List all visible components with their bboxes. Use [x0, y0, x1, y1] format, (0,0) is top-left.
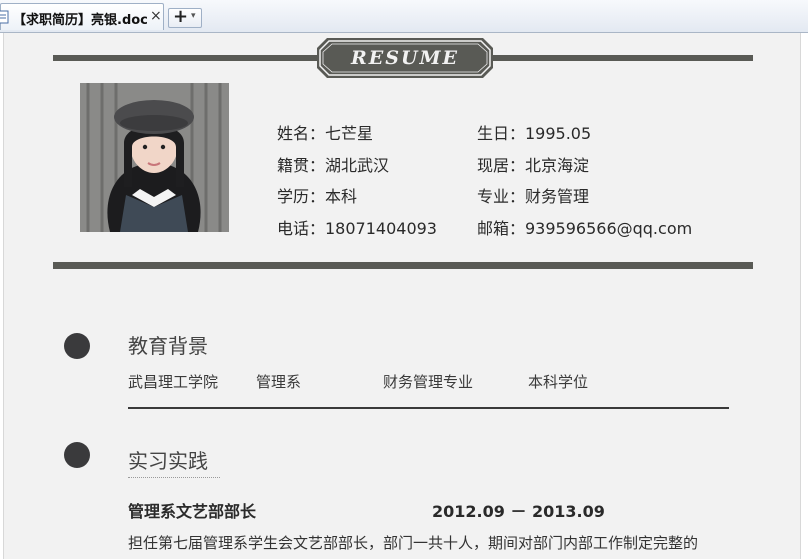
- job-period: 2012.09 － 2013.09: [432, 502, 605, 521]
- resume-page: RESUME 姓名：七芒星 生日：1995.05 籍贯：湖北武汉 现居：北京海淀…: [3, 33, 801, 559]
- top-bar-right: [490, 55, 753, 61]
- document-tab-title: 【求职简历】亮银.doc: [13, 13, 148, 28]
- resume-banner: [317, 38, 493, 78]
- document-tab[interactable]: 【求职简历】亮银.doc ×: [0, 3, 164, 30]
- education-school: 武昌理工学院: [128, 373, 219, 391]
- info-phone: 电话：18071404093: [277, 219, 437, 238]
- info-email: 邮箱：939596566@qq.com: [477, 219, 693, 238]
- education-degree: 本科学位: [528, 373, 589, 391]
- document-icon: [0, 10, 9, 24]
- header-bottom-bar: [53, 262, 753, 269]
- info-native-place: 籍贯：湖北武汉: [277, 156, 390, 175]
- job-description: 担任第七届管理系学生会文艺部部长，部门一共十人，期间对部门内部工作制定完整的: [128, 534, 699, 552]
- info-birthday: 生日：1995.05: [477, 124, 592, 143]
- info-name: 姓名：七芒星: [277, 124, 374, 143]
- close-tab-icon[interactable]: ×: [150, 8, 162, 24]
- education-section-title: 教育背景: [128, 334, 208, 358]
- document-area: RESUME 姓名：七芒星 生日：1995.05 籍贯：湖北武汉 现居：北京海淀…: [0, 33, 808, 559]
- job-title: 管理系文艺部部长: [128, 502, 257, 521]
- new-tab-button[interactable]: + ▾: [168, 6, 202, 28]
- info-major: 专业：财务管理: [477, 187, 590, 206]
- plus-icon: +: [173, 6, 189, 27]
- top-bar-left: [53, 55, 321, 61]
- info-residence: 现居：北京海淀: [477, 156, 590, 175]
- tab-bar: 【求职简历】亮银.doc × + ▾: [0, 0, 808, 33]
- education-divider: [128, 407, 729, 409]
- education-department: 管理系: [256, 373, 302, 391]
- education-major: 财务管理专业: [383, 373, 474, 391]
- education-bullet-icon: [64, 333, 90, 359]
- internship-bullet-icon: [64, 442, 90, 468]
- internship-title-underline: [128, 477, 220, 478]
- profile-photo: [80, 83, 229, 232]
- chevron-down-icon[interactable]: ▾: [191, 11, 196, 21]
- info-education: 学历：本科: [277, 187, 358, 206]
- internship-section-title: 实习实践: [128, 449, 208, 473]
